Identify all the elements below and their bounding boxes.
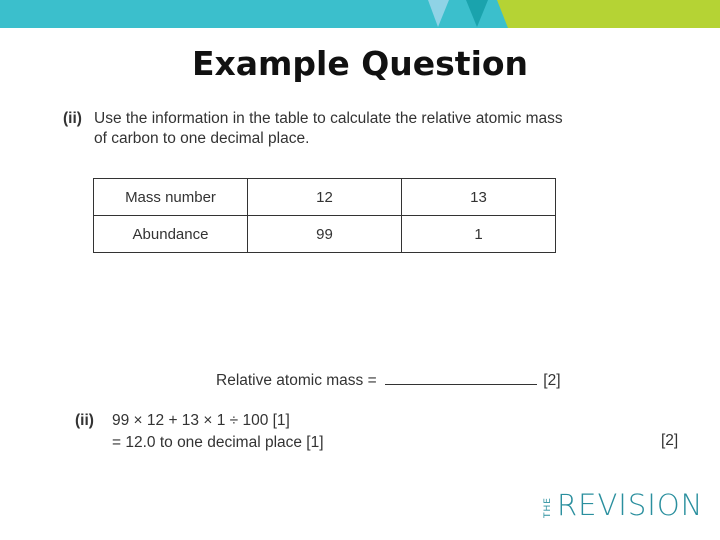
page-title: Example Question xyxy=(191,44,529,83)
mark-scheme-line: 99 × 12 + 13 × 1 ÷ 100 [1] xyxy=(112,412,290,429)
logo-word: REVISION xyxy=(557,488,704,522)
answer-label: Relative atomic mass xyxy=(216,372,364,389)
answer-line: Relative atomic mass = [2] xyxy=(216,372,561,390)
table-cell: 12 xyxy=(247,178,402,216)
mark-scheme-number: (ii) xyxy=(75,412,94,429)
table-row-label: Mass number xyxy=(93,178,248,216)
question-text: Use the information in the table to calc… xyxy=(94,110,563,147)
table-cell: 13 xyxy=(401,178,556,216)
mark-scheme-line: = 12.0 to one decimal place [1] xyxy=(112,434,324,451)
table-row: Abundance 99 1 xyxy=(93,215,556,253)
table-row-label: Abundance xyxy=(93,215,248,253)
mark-scheme-total: [2] xyxy=(661,432,679,449)
table-cell: 1 xyxy=(401,215,556,253)
answer-blank[interactable] xyxy=(384,372,537,385)
header-banner-graphic xyxy=(0,0,720,28)
header-lime-band xyxy=(497,0,720,28)
answer-marks: [2] xyxy=(543,372,561,389)
logo-prefix: THE xyxy=(543,497,553,518)
question-number: (ii) xyxy=(63,110,82,127)
header-banner xyxy=(0,0,720,28)
table-row: Mass number 12 13 xyxy=(93,178,556,216)
answer-equals: = xyxy=(367,372,377,389)
table-cell: 99 xyxy=(247,215,402,253)
isotope-table: Mass number 12 13 Abundance 99 1 xyxy=(93,178,556,253)
